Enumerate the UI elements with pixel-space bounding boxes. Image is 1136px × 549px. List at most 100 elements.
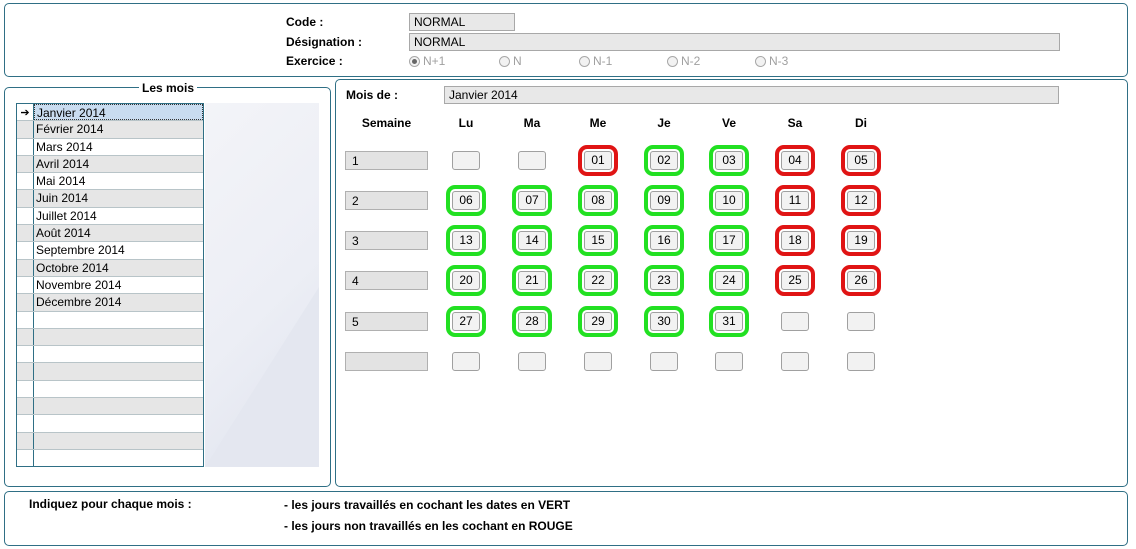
day-cell-03[interactable]: 03 — [709, 145, 749, 176]
day-cell-20[interactable]: 20 — [446, 265, 486, 296]
month-list-item[interactable] — [17, 415, 203, 433]
radio-option-label: N-1 — [593, 54, 613, 68]
month-list-item[interactable] — [17, 449, 203, 466]
day-cell-16[interactable]: 16 — [644, 225, 684, 256]
day-cell-02[interactable]: 02 — [644, 145, 684, 176]
radio-option-label: N — [513, 54, 522, 68]
day-header: Di — [855, 116, 867, 130]
month-list-item[interactable]: Mai 2014 — [17, 173, 203, 191]
day-cell-empty[interactable] — [650, 352, 678, 371]
designation-field[interactable]: NORMAL — [409, 33, 1060, 51]
day-cell-empty[interactable] — [781, 352, 809, 371]
day-cell-empty[interactable] — [452, 352, 480, 371]
day-cell-21[interactable]: 21 — [512, 265, 552, 296]
month-list-item[interactable]: Août 2014 — [17, 225, 203, 243]
month-list-item[interactable] — [17, 398, 203, 416]
week-number-field: 1 — [345, 151, 428, 170]
day-cell-empty[interactable] — [781, 312, 809, 331]
day-cell-14[interactable]: 14 — [512, 225, 552, 256]
day-cell-05[interactable]: 05 — [841, 145, 881, 176]
month-list-item[interactable]: Novembre 2014 — [17, 276, 203, 295]
day-cell-10[interactable]: 10 — [709, 185, 749, 216]
month-list-item[interactable]: ➔ Janvier 2014 — [17, 104, 203, 122]
row-indicator — [17, 225, 34, 242]
code-field[interactable]: NORMAL — [409, 13, 515, 31]
day-cell-01[interactable]: 01 — [578, 145, 618, 176]
row-indicator — [17, 207, 34, 225]
day-cell-25[interactable]: 25 — [775, 265, 815, 296]
radio-button-icon[interactable] — [667, 55, 678, 67]
month-list-item-label: Décembre 2014 — [36, 295, 122, 310]
row-indicator — [17, 276, 34, 294]
radio-button-icon[interactable] — [579, 55, 590, 67]
month-list-item-label: Septembre 2014 — [36, 243, 125, 258]
day-cell-29[interactable]: 29 — [578, 306, 618, 337]
exercice-radio-option[interactable]: N-1 — [579, 54, 612, 68]
month-list-item[interactable]: Février 2014 — [17, 121, 203, 139]
exercice-radio-option[interactable]: N — [499, 54, 522, 68]
month-list-item[interactable]: Juillet 2014 — [17, 207, 203, 226]
day-cell-empty[interactable] — [715, 352, 743, 371]
day-cell-26[interactable]: 26 — [841, 265, 881, 296]
radio-button-icon[interactable] — [755, 55, 766, 67]
months-list: ➔ Janvier 2014 Février 2014 Mars 2014 Avril … — [16, 103, 204, 467]
day-cell-empty[interactable] — [452, 151, 480, 170]
day-cell-15[interactable]: 15 — [578, 225, 618, 256]
month-list-item[interactable]: Décembre 2014 — [17, 294, 203, 312]
row-indicator — [17, 259, 34, 276]
day-cell-09[interactable]: 09 — [644, 185, 684, 216]
day-cell-18[interactable]: 18 — [775, 225, 815, 256]
month-list-item[interactable] — [17, 328, 203, 347]
row-indicator — [17, 138, 34, 155]
month-list-item[interactable]: Juin 2014 — [17, 190, 203, 208]
exercice-radio-option[interactable]: N-3 — [755, 54, 788, 68]
row-indicator — [17, 155, 34, 173]
radio-button-icon[interactable] — [409, 55, 420, 67]
day-cell-24[interactable]: 24 — [709, 265, 749, 296]
day-cell-22[interactable]: 22 — [578, 265, 618, 296]
exercice-radio-option[interactable]: N-2 — [667, 54, 700, 68]
row-indicator — [17, 380, 34, 398]
day-cell-08[interactable]: 08 — [578, 185, 618, 216]
radio-option-label: N+1 — [423, 54, 446, 68]
day-cell-empty[interactable] — [518, 352, 546, 371]
month-list-item[interactable]: Septembre 2014 — [17, 242, 203, 260]
month-list-item[interactable] — [17, 346, 203, 364]
month-list-item[interactable] — [17, 432, 203, 450]
day-cell-31[interactable]: 31 — [709, 306, 749, 337]
day-cell-27[interactable]: 27 — [446, 306, 486, 337]
day-cell-12[interactable]: 12 — [841, 185, 881, 216]
exercice-radio-option[interactable]: N+1 — [409, 54, 445, 68]
day-header: Ve — [721, 116, 736, 130]
day-cell-04[interactable]: 04 — [775, 145, 815, 176]
month-list-item[interactable] — [17, 380, 203, 399]
month-list-item-label: Juin 2014 — [36, 191, 89, 206]
month-label: Mois de : — [346, 88, 399, 102]
month-list-item-label: Novembre 2014 — [36, 277, 122, 292]
day-cell-28[interactable]: 28 — [512, 306, 552, 337]
row-indicator — [17, 432, 34, 449]
day-cell-empty[interactable] — [584, 352, 612, 371]
row-indicator — [17, 363, 34, 380]
day-cell-30[interactable]: 30 — [644, 306, 684, 337]
day-cell-23[interactable]: 23 — [644, 265, 684, 296]
instructions-line-green: - les jours travaillés en cochant les da… — [284, 498, 571, 512]
day-cell-empty[interactable] — [518, 151, 546, 170]
code-label: Code : — [286, 15, 324, 29]
day-cell-empty[interactable] — [847, 312, 875, 331]
month-list-item[interactable]: Avril 2014 — [17, 155, 203, 174]
day-cell-empty[interactable] — [847, 352, 875, 371]
month-field[interactable]: Janvier 2014 — [444, 86, 1059, 104]
day-cell-17[interactable]: 17 — [709, 225, 749, 256]
day-cell-19[interactable]: 19 — [841, 225, 881, 256]
day-cell-13[interactable]: 13 — [446, 225, 486, 256]
radio-button-icon[interactable] — [499, 55, 510, 67]
day-cell-07[interactable]: 07 — [512, 185, 552, 216]
month-list-item[interactable] — [17, 311, 203, 329]
day-cell-11[interactable]: 11 — [775, 185, 815, 216]
day-cell-06[interactable]: 06 — [446, 185, 486, 216]
month-list-item[interactable] — [17, 363, 203, 381]
month-list-item[interactable]: Octobre 2014 — [17, 259, 203, 277]
month-list-item-label — [34, 415, 203, 431]
month-list-item[interactable]: Mars 2014 — [17, 138, 203, 156]
